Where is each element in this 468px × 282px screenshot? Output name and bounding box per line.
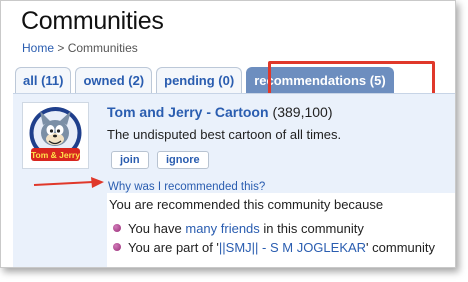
screenshot-frame: Communities Home > Communities all (11) … xyxy=(0,0,456,268)
community-name-link[interactable]: Tom and Jerry - Cartoon xyxy=(107,104,269,120)
explanation-intro: You are recommended this community becau… xyxy=(109,197,384,212)
page-title: Communities xyxy=(21,7,164,35)
tab-owned[interactable]: owned (2) xyxy=(75,67,153,93)
recommendation-explanation: You are recommended this community becau… xyxy=(107,193,455,267)
bullet-icon xyxy=(113,243,121,251)
reason-suffix: ' community xyxy=(366,240,435,255)
tom-and-jerry-logo: Tom & Jerry xyxy=(29,107,82,161)
reason-prefix: You are part of ' xyxy=(128,240,219,255)
recommendation-panel: Tom & Jerry Tom and Jerry - Cartoon (389,… xyxy=(13,93,455,267)
tab-all[interactable]: all (11) xyxy=(15,67,72,93)
many-friends-link[interactable]: many friends xyxy=(185,221,259,236)
ignore-button[interactable]: ignore xyxy=(157,151,209,169)
tab-bar: all (11) owned (2) pending (0) recommend… xyxy=(15,67,394,93)
community-member-count: (389,100) xyxy=(272,104,333,120)
tab-recommendations[interactable]: recommendations (5) xyxy=(246,67,394,93)
related-community-link[interactable]: ||SMJ|| - S M JOGLEKAR xyxy=(219,240,366,255)
logo-text: Tom & Jerry xyxy=(31,150,80,160)
community-header: Tom and Jerry - Cartoon (389,100) xyxy=(107,104,332,120)
reason-item: You have many friends in this community xyxy=(113,221,364,236)
reason-item: You are part of '||SMJ|| - S M JOGLEKAR'… xyxy=(113,240,435,255)
breadcrumb-current: Communities xyxy=(67,41,138,55)
reason-prefix: You have xyxy=(128,221,186,236)
arrow-right-icon xyxy=(33,177,104,188)
breadcrumb-separator: > xyxy=(57,41,65,55)
tab-pending[interactable]: pending (0) xyxy=(156,67,243,93)
bullet-icon xyxy=(113,224,121,232)
breadcrumb-home-link[interactable]: Home xyxy=(22,41,54,55)
reason-suffix: in this community xyxy=(259,221,364,236)
join-button[interactable]: join xyxy=(111,151,149,169)
community-description: The undisputed best cartoon of all times… xyxy=(107,127,342,142)
breadcrumb: Home > Communities xyxy=(22,41,138,55)
community-thumbnail[interactable]: Tom & Jerry xyxy=(22,102,89,169)
